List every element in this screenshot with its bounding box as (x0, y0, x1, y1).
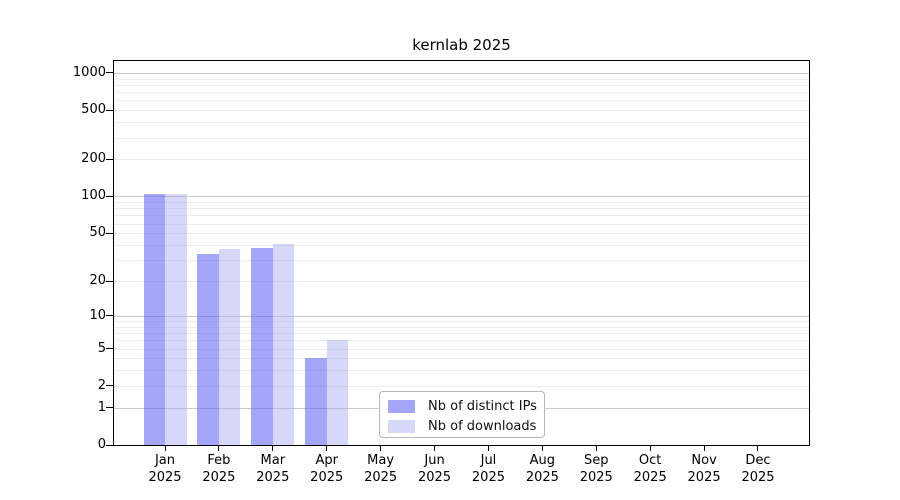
plot-canvas (114, 61, 809, 445)
x-tick-mark (434, 446, 435, 451)
gridline-minor (114, 159, 809, 160)
gridline-minor (114, 208, 809, 209)
gridline-minor (114, 92, 809, 93)
y-tick-label-1: 1 (0, 399, 106, 417)
gridline-minor (114, 202, 809, 203)
y-tick-mark (106, 281, 113, 282)
x-tick-mark (218, 446, 219, 451)
legend-label-downloads: Nb of downloads (428, 419, 536, 434)
y-tick-mark (106, 348, 113, 349)
y-tick-label-10: 10 (0, 307, 106, 325)
y-tick-mark (106, 159, 113, 160)
bar-downloads-mar (273, 244, 295, 445)
y-tick-label-1000: 1000 (0, 64, 106, 82)
y-tick-label-100: 100 (0, 187, 106, 205)
bar-downloads-apr (327, 340, 349, 445)
y-tick-mark (106, 72, 113, 73)
gridline-minor (114, 79, 809, 80)
legend-row-downloads: Nb of downloads (380, 416, 544, 436)
x-tick-mark (542, 446, 543, 451)
gridline-minor (114, 122, 809, 123)
x-tick-label-dec: Dec2025 (726, 452, 790, 486)
gridline-minor (114, 110, 809, 111)
gridline-major (114, 73, 809, 74)
legend-swatch-downloads-icon (388, 420, 415, 433)
bar-ips-jan (144, 194, 166, 445)
x-tick-mark (704, 446, 705, 451)
legend-row-distinct-ips: Nb of distinct IPs (380, 396, 544, 416)
y-tick-mark (106, 445, 113, 446)
bar-downloads-jan (165, 194, 187, 445)
y-tick-label-0: 0 (0, 436, 106, 454)
legend: Nb of distinct IPs Nb of downloads (379, 391, 545, 438)
x-tick-mark (596, 446, 597, 451)
bar-downloads-feb (219, 249, 241, 445)
gridline-minor (114, 233, 809, 234)
y-tick-label-200: 200 (0, 150, 106, 168)
figure: kernlab 2025 Nb of distinct IPs Nb of do… (0, 0, 900, 500)
x-tick-mark (650, 446, 651, 451)
gridline-minor (114, 85, 809, 86)
y-tick-label-2: 2 (0, 377, 106, 395)
y-tick-mark (106, 315, 113, 316)
gridline-major (114, 196, 809, 197)
legend-swatch-distinct-ips-icon (388, 400, 415, 413)
chart-title: kernlab 2025 (113, 36, 810, 54)
gridline-minor (114, 224, 809, 225)
bar-ips-mar (251, 248, 273, 445)
x-tick-mark (488, 446, 489, 451)
y-tick-mark (106, 385, 113, 386)
y-tick-mark (106, 233, 113, 234)
y-tick-label-50: 50 (0, 224, 106, 242)
x-tick-mark (757, 446, 758, 451)
y-tick-mark (106, 196, 113, 197)
plot-area: Nb of distinct IPs Nb of downloads (113, 60, 810, 446)
x-tick-mark (165, 446, 166, 451)
y-tick-mark (106, 407, 113, 408)
gridline-minor (114, 245, 809, 246)
bar-ips-feb (197, 254, 219, 446)
y-tick-label-5: 5 (0, 340, 106, 358)
y-tick-label-500: 500 (0, 101, 106, 119)
y-tick-mark (106, 110, 113, 111)
y-tick-label-20: 20 (0, 272, 106, 290)
x-tick-mark (272, 446, 273, 451)
gridline-minor (114, 138, 809, 139)
gridline-minor (114, 215, 809, 216)
x-tick-mark (380, 446, 381, 451)
legend-label-distinct-ips: Nb of distinct IPs (428, 399, 537, 414)
bar-ips-apr (305, 358, 327, 445)
x-tick-mark (326, 446, 327, 451)
gridline-minor (114, 100, 809, 101)
